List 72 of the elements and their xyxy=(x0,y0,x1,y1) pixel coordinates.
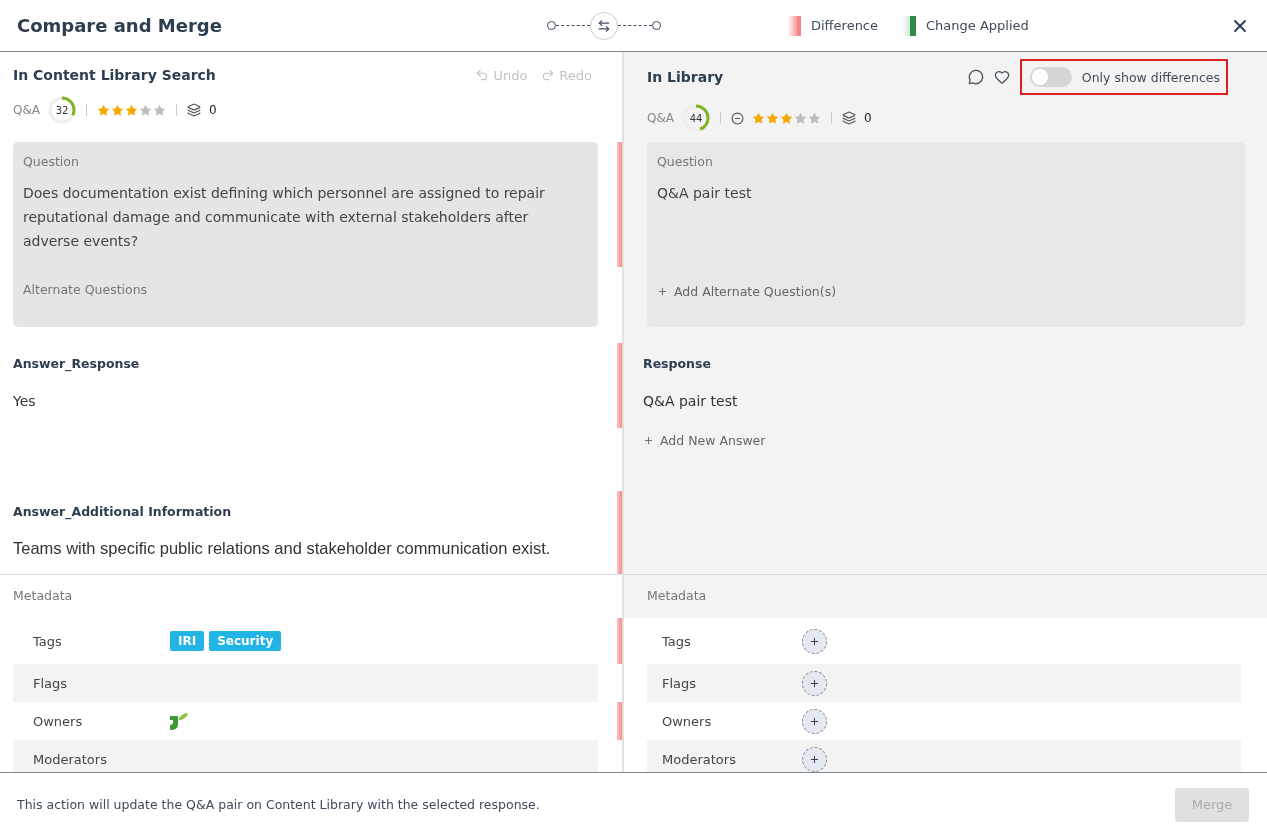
add-button[interactable] xyxy=(802,628,827,654)
add-answer-link[interactable]: Add New Answer xyxy=(643,433,766,448)
star-icon[interactable] xyxy=(139,103,152,117)
metadata-label: Flags xyxy=(33,675,69,691)
legend-swatch xyxy=(787,15,801,36)
tag-label[interactable]: Security xyxy=(209,631,282,651)
section-label: Answer_Additional Information xyxy=(13,503,233,519)
toggle-label: Only show differences xyxy=(1081,69,1220,85)
swap-arrows-icon xyxy=(597,18,611,33)
swap-button[interactable] xyxy=(590,11,618,40)
legend-label: Difference xyxy=(811,18,879,33)
star-icon[interactable] xyxy=(794,111,807,125)
plus-icon xyxy=(643,435,654,446)
dashed-connector xyxy=(556,25,590,26)
alternate-questions-label: Alternate Questions xyxy=(23,282,149,297)
heart-icon[interactable] xyxy=(993,69,1010,85)
plus-icon xyxy=(809,635,820,647)
add-button[interactable] xyxy=(802,746,827,772)
metadata-label: Owners xyxy=(662,713,713,729)
owner-logo-icon xyxy=(170,712,188,730)
metadata-label: Tags xyxy=(33,633,63,649)
column-title: In Content Library Search xyxy=(13,67,216,83)
add-alternate-question-link[interactable]: Add Alternate Question(s) xyxy=(657,284,837,299)
star-icon[interactable] xyxy=(125,103,138,117)
dashed-connector xyxy=(618,25,652,26)
star-icon[interactable] xyxy=(808,111,821,125)
star-icon[interactable] xyxy=(97,103,110,117)
add-button[interactable] xyxy=(802,708,827,734)
undo-icon xyxy=(475,68,490,82)
plus-icon xyxy=(657,286,668,297)
redo-icon xyxy=(541,68,556,82)
plus-icon xyxy=(809,753,820,765)
field-label: Question xyxy=(657,154,714,169)
metadata-label: Moderators xyxy=(33,751,108,767)
metadata-heading: Metadata xyxy=(13,587,74,603)
metadata-label: Tags xyxy=(662,633,692,649)
answer-text: Yes xyxy=(13,393,37,409)
content-type: Q&A xyxy=(13,103,40,117)
content-type: Q&A xyxy=(647,111,674,125)
metadata-heading: Metadata xyxy=(647,587,708,603)
section-label: Response xyxy=(643,355,712,371)
star-icon[interactable] xyxy=(111,103,124,117)
answer-text: Q&A pair test xyxy=(643,393,739,409)
layer-count: 0 xyxy=(864,111,872,125)
plus-icon xyxy=(809,715,820,727)
field-label: Question xyxy=(23,154,80,169)
legend-label: Change Applied xyxy=(926,18,1029,33)
legend-swatch xyxy=(902,15,917,36)
dialog-title: Compare and Merge xyxy=(17,15,223,36)
metadata-label: Owners xyxy=(33,713,84,729)
layer-count: 0 xyxy=(209,103,217,117)
star-icon[interactable] xyxy=(153,103,166,117)
tag-label[interactable]: IRI xyxy=(170,631,205,651)
section-label: Answer_Response xyxy=(13,355,141,371)
differences-toggle[interactable] xyxy=(1029,67,1072,87)
layers-icon xyxy=(842,111,856,125)
question-text: Does documentation exist defining which personnel are assigned to repair reputational damage and communicate with external stakeholders after adverse events? xyxy=(23,184,546,251)
metadata-label: Flags xyxy=(662,675,698,691)
star-icon[interactable] xyxy=(766,111,779,125)
clear-rating-icon[interactable] xyxy=(731,111,744,125)
column-title: In Library xyxy=(647,69,724,85)
metadata-label: Moderators xyxy=(662,751,737,767)
layers-icon xyxy=(187,103,201,117)
plus-icon xyxy=(809,677,820,689)
star-icon[interactable] xyxy=(780,111,793,125)
question-text: Q&A pair test xyxy=(657,184,753,203)
star-icon[interactable] xyxy=(752,111,765,125)
add-button[interactable] xyxy=(802,670,827,696)
score-ring: 32 xyxy=(48,96,76,124)
comment-icon[interactable] xyxy=(967,69,984,85)
answer-text: Teams with specific public relations and stakeholder communication exist. xyxy=(13,539,552,558)
footer-message: This action will update the Q&A pair on Content Library with the selected response. xyxy=(17,797,540,812)
